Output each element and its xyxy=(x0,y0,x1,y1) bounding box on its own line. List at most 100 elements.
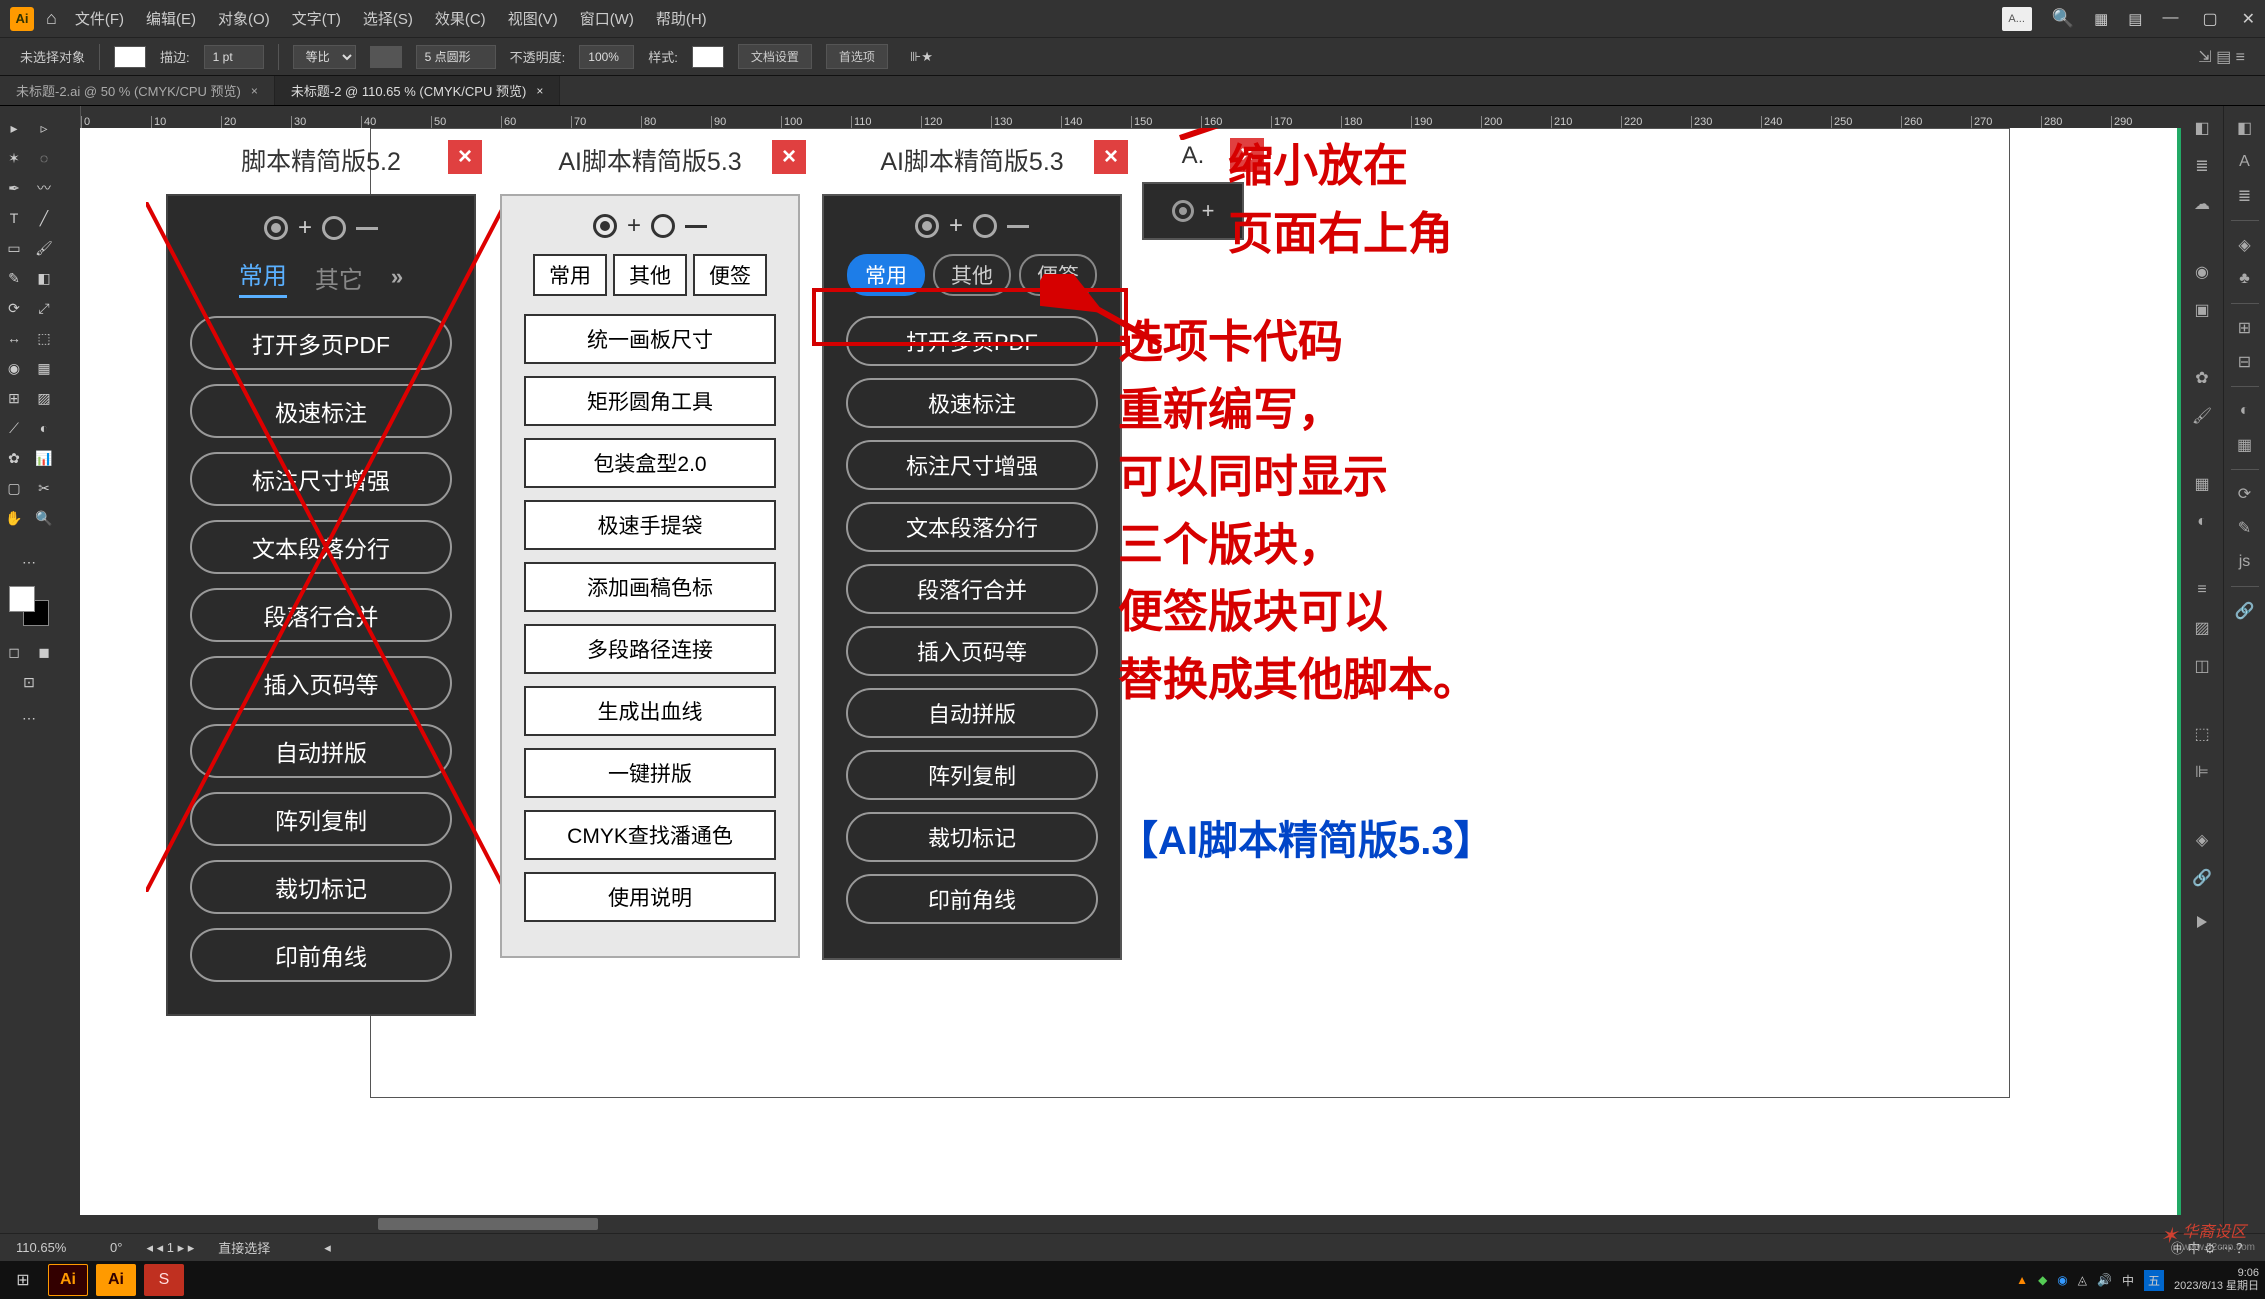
p1-btn-3[interactable]: 文本段落分行 xyxy=(190,520,452,574)
menu-effect[interactable]: 效果(C) xyxy=(435,8,486,29)
zoom-input[interactable] xyxy=(16,1240,86,1255)
r2-icon-11[interactable]: ✎ xyxy=(2231,514,2259,542)
r2-icon-6[interactable]: ⊞ xyxy=(2231,314,2259,342)
libraries-icon[interactable]: ☁ xyxy=(2188,190,2216,218)
p2-tab-2[interactable]: 便签 xyxy=(693,254,767,296)
hand-tool-icon[interactable]: ✋ xyxy=(0,504,28,532)
r2-icon-7[interactable]: ⊟ xyxy=(2231,348,2259,376)
p3-btn-2[interactable]: 标注尺寸增强 xyxy=(846,440,1098,490)
p1-tab-other[interactable]: 其它 xyxy=(315,260,363,295)
radio-off-icon[interactable] xyxy=(651,214,675,238)
perspective-icon[interactable]: ▦ xyxy=(30,354,58,382)
doc-tab-1[interactable]: 未标题-2.ai @ 50 % (CMYK/CPU 预览) × xyxy=(0,76,275,105)
tray-volume-icon[interactable]: 🔊 xyxy=(2097,1273,2112,1287)
r2-icon-9[interactable]: ▦ xyxy=(2231,431,2259,459)
r2-icon-2[interactable]: A xyxy=(2231,148,2259,176)
panel-v52-close-icon[interactable]: × xyxy=(448,140,482,174)
stroke-width-input[interactable] xyxy=(204,45,264,69)
p2-btn-3[interactable]: 极速手提袋 xyxy=(524,500,776,550)
links-icon[interactable]: 🔗 xyxy=(2188,864,2216,892)
swatches-icon[interactable]: ▦ xyxy=(2188,470,2216,498)
close-tab-icon[interactable]: × xyxy=(536,84,543,98)
brushes-icon[interactable]: 🖌 xyxy=(2188,402,2216,430)
overflow-icon[interactable]: ⇲ ▤ ≡ xyxy=(2198,47,2245,67)
direct-selection-icon[interactable]: ▹ xyxy=(30,114,58,142)
p3-tab-0[interactable]: 常用 xyxy=(847,254,925,296)
magic-wand-icon[interactable]: ✶ xyxy=(0,144,28,172)
arrange-docs-icon[interactable]: ▦ xyxy=(2094,10,2108,28)
scale-icon[interactable]: ⤢ xyxy=(30,294,58,322)
actions-icon[interactable]: ◈ xyxy=(2188,826,2216,854)
p2-btn-9[interactable]: 使用说明 xyxy=(524,872,776,922)
rotate-value[interactable]: 0° xyxy=(110,1240,122,1255)
radio-on-icon[interactable] xyxy=(915,214,939,238)
p1-btn-7[interactable]: 阵列复制 xyxy=(190,792,452,846)
r2-icon-10[interactable]: ⟳ xyxy=(2231,480,2259,508)
selection-tool-icon[interactable]: ▸ xyxy=(0,114,28,142)
p3-btn-4[interactable]: 段落行合并 xyxy=(846,564,1098,614)
r2-icon-3[interactable]: ≣ xyxy=(2231,182,2259,210)
workspace-icon[interactable]: ▤ xyxy=(2128,10,2142,28)
taskbar-clock[interactable]: 9:06 2023/8/13 星期日 xyxy=(2174,1267,2259,1293)
radio-on-icon[interactable] xyxy=(264,216,288,240)
p3-btn-1[interactable]: 极速标注 xyxy=(846,378,1098,428)
radio-on-icon[interactable] xyxy=(1172,200,1194,222)
style-swatch[interactable] xyxy=(692,46,724,68)
pen-tool-icon[interactable]: ✒ xyxy=(0,174,28,202)
symbols-icon[interactable]: ✿ xyxy=(2188,364,2216,392)
eraser-icon[interactable]: ◧ xyxy=(30,264,58,292)
mesh-icon[interactable]: ⊞ xyxy=(0,384,28,412)
maximize-icon[interactable]: ▢ xyxy=(2202,9,2217,29)
menu-select[interactable]: 选择(S) xyxy=(363,8,413,29)
menu-edit[interactable]: 编辑(E) xyxy=(146,8,196,29)
r2-icon-8[interactable]: ◐ xyxy=(2231,397,2259,425)
blend-icon[interactable]: ◐ xyxy=(30,414,58,442)
tool-edit-icon[interactable]: ⋯ xyxy=(15,548,43,576)
layers-icon[interactable]: ≣ xyxy=(2188,152,2216,180)
p2-btn-2[interactable]: 包装盒型2.0 xyxy=(524,438,776,488)
close-icon[interactable]: ✕ xyxy=(2242,9,2255,29)
p1-tab-common[interactable]: 常用 xyxy=(239,256,287,298)
mini-panel-docked[interactable]: A... xyxy=(2002,7,2032,31)
taskbar-app-ai2[interactable]: Ai xyxy=(96,1264,136,1296)
line-tool-icon[interactable]: ╱ xyxy=(30,204,58,232)
tray-icon[interactable]: ▲ xyxy=(2016,1273,2028,1287)
rectangle-tool-icon[interactable]: ▭ xyxy=(0,234,28,262)
type-tool-icon[interactable]: T xyxy=(0,204,28,232)
screen-mode-icon[interactable]: ⊡ xyxy=(15,668,43,696)
brush-input[interactable] xyxy=(416,45,496,69)
doc-tab-2[interactable]: 未标题-2 @ 110.65 % (CMYK/CPU 预览) × xyxy=(275,76,560,105)
color-icon[interactable]: ◐ xyxy=(2188,508,2216,536)
appearance-icon[interactable]: ◉ xyxy=(2188,258,2216,286)
p3-btn-6[interactable]: 自动拼版 xyxy=(846,688,1098,738)
scrollbar-horizontal[interactable] xyxy=(58,1215,2181,1233)
p1-btn-2[interactable]: 标注尺寸增强 xyxy=(190,452,452,506)
menu-help[interactable]: 帮助(H) xyxy=(656,8,707,29)
pathfinder-icon[interactable]: ⬚ xyxy=(2188,720,2216,748)
width-tool-icon[interactable]: ↔ xyxy=(0,324,28,352)
tray-icon[interactable]: ◉ xyxy=(2057,1273,2067,1287)
gradient-icon[interactable]: ▨ xyxy=(2188,614,2216,642)
minimize-icon[interactable]: — xyxy=(2162,9,2178,29)
taskbar-app-3[interactable]: S xyxy=(144,1264,184,1296)
shape-builder-icon[interactable]: ◉ xyxy=(0,354,28,382)
transparency-icon[interactable]: ◫ xyxy=(2188,652,2216,680)
start-button-icon[interactable]: ⊞ xyxy=(6,1265,40,1295)
p2-btn-5[interactable]: 多段路径连接 xyxy=(524,624,776,674)
p2-tab-0[interactable]: 常用 xyxy=(533,254,607,296)
play-icon[interactable] xyxy=(2197,916,2207,928)
align-icon[interactable]: ⊫ xyxy=(2188,758,2216,786)
tray-icon[interactable]: ◬ xyxy=(2078,1273,2087,1287)
draw-mode-icon[interactable]: ◻ xyxy=(0,638,28,666)
p2-btn-4[interactable]: 添加画稿色标 xyxy=(524,562,776,612)
doc-setup-button[interactable]: 文档设置 xyxy=(738,44,812,69)
slice-icon[interactable]: ✂ xyxy=(30,474,58,502)
p2-btn-8[interactable]: CMYK查找潘通色 xyxy=(524,810,776,860)
home-icon[interactable]: ⌂ xyxy=(46,8,57,29)
profile-select[interactable]: 等比 xyxy=(293,45,356,69)
radio-off-icon[interactable] xyxy=(322,216,346,240)
fill-swatch[interactable] xyxy=(114,46,146,68)
r2-icon-13[interactable]: 🔗 xyxy=(2231,597,2259,625)
graph-icon[interactable]: 📊 xyxy=(30,444,58,472)
p1-btn-4[interactable]: 段落行合并 xyxy=(190,588,452,642)
